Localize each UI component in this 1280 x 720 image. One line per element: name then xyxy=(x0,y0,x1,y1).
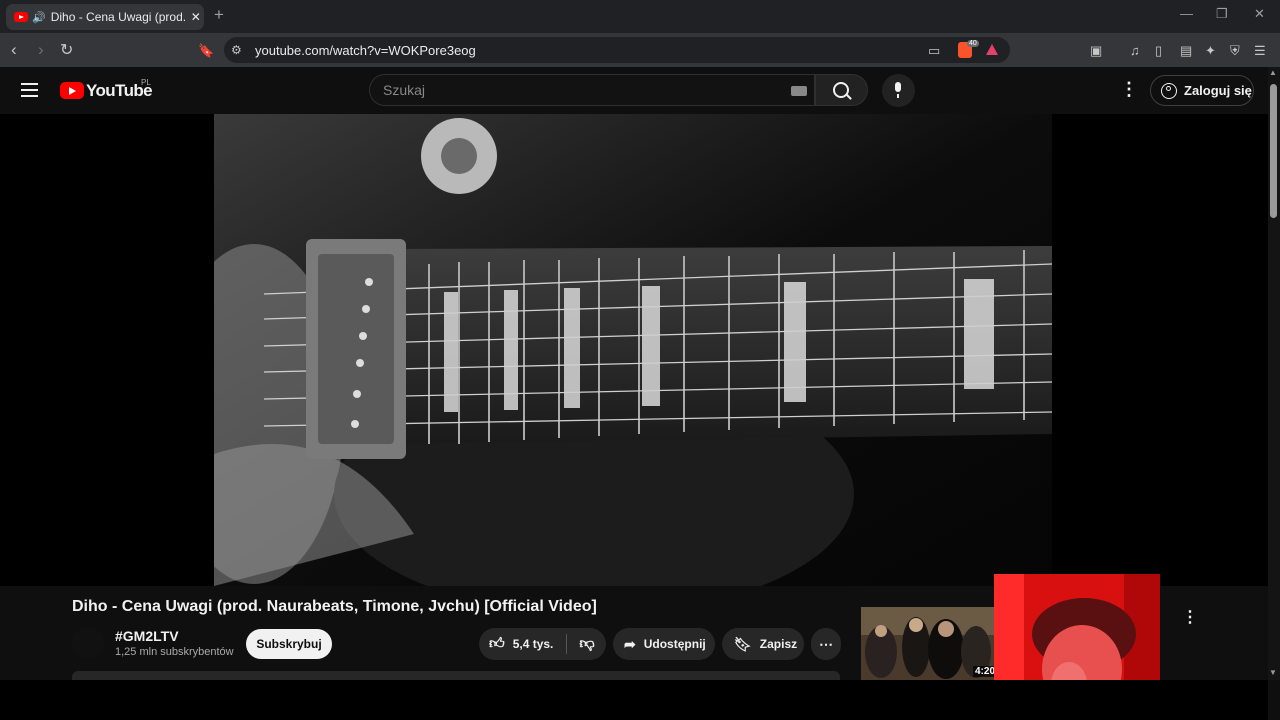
microphone-icon xyxy=(895,82,901,98)
search-icon xyxy=(833,82,849,98)
vpn-icon[interactable]: ⛨ xyxy=(1230,43,1240,59)
like-dislike-group: 👍︎ 5,4 tys. 👎︎ xyxy=(479,628,606,660)
thumbs-down-icon[interactable]: 👎︎ xyxy=(579,635,594,653)
share-icon: ➦ xyxy=(624,635,636,652)
close-window-icon[interactable]: ✕ xyxy=(1254,6,1265,22)
keyboard-icon[interactable] xyxy=(791,86,807,96)
more-actions-button[interactable]: ⋯ xyxy=(811,628,841,660)
minimize-icon[interactable]: — xyxy=(1180,6,1193,21)
like-button[interactable]: 👍︎ 5,4 tys. xyxy=(479,635,553,653)
scroll-down-icon[interactable]: ▼ xyxy=(1269,668,1277,677)
settings-kebab-icon[interactable]: ⋮ xyxy=(1120,79,1138,100)
guitar-frame-image xyxy=(214,114,1052,586)
wallet-icon[interactable]: ▤ xyxy=(1180,43,1192,59)
share-label: Udostępnij xyxy=(643,637,706,651)
description-box[interactable] xyxy=(72,671,840,680)
close-tab-icon[interactable]: ✕ xyxy=(191,10,201,24)
menu-icon[interactable]: ☰ xyxy=(1254,43,1266,59)
youtube-favicon-icon xyxy=(14,12,28,22)
brave-rewards-icon[interactable] xyxy=(986,44,998,55)
save-button[interactable]: 🔖︎ Zapisz xyxy=(722,628,804,660)
channel-avatar[interactable] xyxy=(72,627,104,659)
youtube-logo-icon[interactable] xyxy=(60,82,84,99)
tab-title: Diho - Cena Uwagi (prod. Naurabeats, Tim… xyxy=(50,10,185,24)
account-icon xyxy=(1161,82,1177,99)
scroll-up-icon[interactable]: ▲ xyxy=(1269,68,1277,77)
forward-icon[interactable]: › xyxy=(38,40,44,60)
sign-in-label: Zaloguj się xyxy=(1184,83,1252,98)
screenshot-icon[interactable]: ▣ xyxy=(1090,43,1102,59)
video-frame[interactable] xyxy=(214,114,1052,586)
bottom-bar xyxy=(0,680,1268,720)
like-divider xyxy=(566,634,568,654)
thumbs-up-icon: 👍︎ xyxy=(489,635,505,652)
like-count: 5,4 tys. xyxy=(512,637,554,651)
suggested-video-menu-icon[interactable]: ⋮ xyxy=(1182,607,1198,627)
reload-icon[interactable]: ↻ xyxy=(60,40,73,60)
search-input[interactable] xyxy=(369,74,815,106)
search-placeholder: Szukaj xyxy=(383,82,426,98)
restore-icon[interactable]: ❐ xyxy=(1216,6,1228,22)
shields-count-badge: 40 xyxy=(967,40,979,47)
share-button[interactable]: ➦ Udostępnij xyxy=(613,628,715,660)
site-info-icon[interactable]: ⚙ xyxy=(231,43,242,57)
back-icon[interactable]: ‹ xyxy=(11,40,17,60)
save-label: Zapisz xyxy=(759,637,798,651)
subscribe-button[interactable]: Subskrybuj xyxy=(246,629,332,659)
more-horizontal-icon: ⋯ xyxy=(819,635,833,652)
speaker-icon[interactable]: 🔊 xyxy=(32,11,46,24)
video-title: Diho - Cena Uwagi (prod. Naurabeats, Tim… xyxy=(72,598,597,615)
bookmark-icon[interactable]: 🔖 xyxy=(198,43,214,59)
subscriber-count: 1,25 mln subskrybentów xyxy=(115,646,234,658)
scrollbar-thumb[interactable] xyxy=(1270,84,1277,218)
hamburger-menu-icon[interactable] xyxy=(21,83,38,101)
sidebar-icon[interactable]: ▯ xyxy=(1155,43,1162,59)
music-icon[interactable]: ♫ xyxy=(1130,43,1140,58)
channel-name[interactable]: #GM2LTV xyxy=(115,628,179,644)
cast-icon[interactable]: ▭ xyxy=(928,43,940,59)
url-text: youtube.com/watch?v=WOKPore3eog xyxy=(255,43,476,58)
browser-tab[interactable]: 🔊 Diho - Cena Uwagi (prod. Naurabeats, T… xyxy=(6,4,204,30)
new-tab-icon[interactable]: + xyxy=(214,5,224,25)
country-code: PL xyxy=(141,78,151,87)
sign-in-button[interactable]: Zaloguj się xyxy=(1150,75,1254,106)
leo-ai-icon[interactable]: ✦ xyxy=(1205,43,1216,59)
save-bookmark-icon: 🔖︎ xyxy=(734,635,752,652)
